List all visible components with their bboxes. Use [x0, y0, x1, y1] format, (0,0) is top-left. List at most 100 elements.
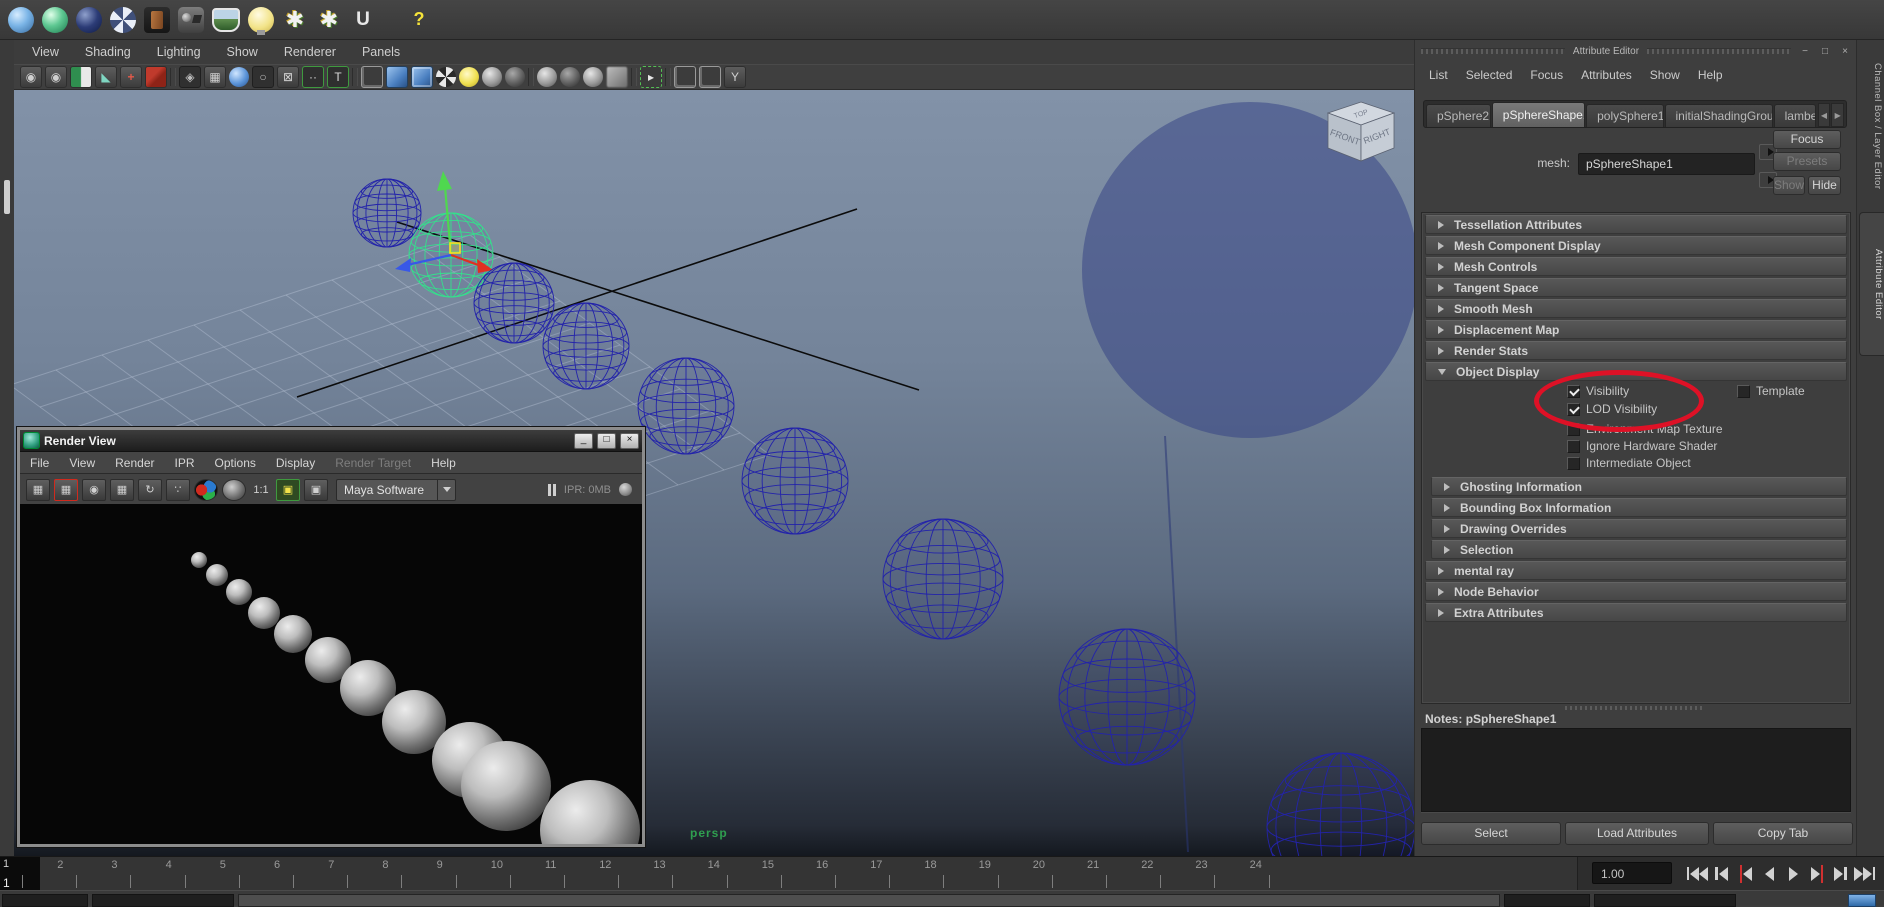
section-selection[interactable]: Selection	[1431, 540, 1847, 559]
shelf-sphere-green-icon[interactable]	[42, 6, 68, 33]
menu-renderer[interactable]: Renderer	[284, 45, 336, 59]
copy-tab-button[interactable]: Copy Tab	[1713, 822, 1853, 845]
shelf-sphere-checker-icon[interactable]	[110, 6, 136, 33]
film-gate-icon[interactable]: ▦	[204, 66, 226, 88]
motion-blur-cube-icon[interactable]	[606, 66, 628, 88]
hide-button[interactable]: Hide	[1808, 176, 1841, 195]
environment-map-texture-checkbox-row[interactable]: Environment Map Texture	[1567, 422, 1723, 436]
visibility-checkbox-row[interactable]: Visibility	[1567, 384, 1629, 398]
menu-panels[interactable]: Panels	[362, 45, 400, 59]
vertex-dots-icon[interactable]: ··	[302, 66, 324, 88]
camera-settings-icon[interactable]: ◉	[45, 66, 67, 88]
mesh-name-field[interactable]: pSphereShape1	[1578, 153, 1755, 175]
load-attributes-button[interactable]: Load Attributes	[1565, 822, 1709, 845]
menu-view[interactable]: View	[32, 45, 59, 59]
tab-scroll-right-icon[interactable]: ▶	[1831, 103, 1844, 127]
panel-close-icon[interactable]: ×	[1839, 46, 1851, 57]
perspective-viewport[interactable]: View Shading Lighting Show Renderer Pane…	[14, 40, 1414, 856]
ae-menu-attributes[interactable]: Attributes	[1581, 68, 1632, 82]
wire-sphere[interactable]	[741, 427, 849, 535]
book-icon[interactable]	[70, 66, 92, 88]
playback-speed-field[interactable]: 1.00	[1592, 862, 1672, 884]
tab-polysphere1[interactable]: polySphere1	[1586, 104, 1664, 127]
step-forward-key-button[interactable]	[1806, 861, 1828, 886]
compass-icon[interactable]: ◣	[95, 66, 117, 88]
minimize-button[interactable]: _	[574, 432, 593, 449]
eraser-icon[interactable]	[145, 66, 167, 88]
wire-sphere[interactable]	[352, 178, 422, 248]
alpha-channel-icon[interactable]	[222, 478, 246, 501]
section-displacement-map[interactable]: Displacement Map	[1425, 320, 1847, 339]
attributes-scroll-area[interactable]: Tessellation Attributes Mesh Component D…	[1421, 212, 1851, 704]
current-frame-indicator[interactable]: 1 1	[0, 857, 40, 891]
maximize-button[interactable]: □	[597, 432, 616, 449]
smooth-shade-cube-icon[interactable]	[386, 66, 408, 88]
step-back-key-button[interactable]	[1734, 861, 1756, 886]
ae-menu-selected[interactable]: Selected	[1466, 68, 1513, 82]
template-checkbox[interactable]	[1737, 384, 1750, 398]
rv-menu-file[interactable]: File	[30, 456, 49, 470]
shelf-sphere-navy-icon[interactable]	[76, 6, 102, 33]
text-hud-icon[interactable]: T	[327, 66, 349, 88]
ae-menu-list[interactable]: List	[1429, 68, 1448, 82]
moon-ball-icon[interactable]	[583, 67, 603, 87]
shelf-door-icon[interactable]	[144, 6, 170, 33]
ipr-render-icon[interactable]: ▦	[110, 478, 134, 501]
shelf-panorama-icon[interactable]	[212, 7, 240, 32]
render-view-titlebar[interactable]: Render View _ □ ×	[20, 430, 642, 452]
shelf-u-icon[interactable]: U	[350, 7, 376, 33]
ae-menu-show[interactable]: Show	[1650, 68, 1680, 82]
tab-psphere2[interactable]: pSphere2	[1426, 104, 1491, 127]
drag-handle[interactable]	[1647, 48, 1791, 54]
render-region-icon[interactable]: ∵	[166, 478, 190, 501]
pause-ipr-icon[interactable]	[547, 483, 556, 496]
play-forwards-button[interactable]	[1782, 861, 1804, 886]
remove-image-icon[interactable]: ▣	[304, 478, 328, 501]
range-slider-track[interactable]	[238, 894, 1500, 907]
textured-cube-icon[interactable]	[411, 66, 433, 88]
section-mental-ray[interactable]: mental ray	[1425, 561, 1847, 580]
section-mesh-component-display[interactable]: Mesh Component Display	[1425, 236, 1847, 255]
use-all-lights-icon[interactable]	[459, 67, 479, 87]
section-object-display[interactable]: Object Display	[1425, 362, 1847, 381]
range-slider-bar[interactable]	[0, 890, 1884, 907]
shelf-pinwheel-icon[interactable]: ✱	[282, 7, 308, 33]
shadow-ball-icon[interactable]	[505, 67, 525, 87]
ae-menu-focus[interactable]: Focus	[1530, 68, 1563, 82]
circle-display-icon[interactable]: ○	[252, 66, 274, 88]
notes-textarea[interactable]	[1421, 728, 1851, 812]
menu-lighting[interactable]: Lighting	[157, 45, 201, 59]
snap-cameras-icon[interactable]: ◉	[20, 66, 42, 88]
tab-initialshadinggroup[interactable]: initialShadingGroup	[1664, 104, 1773, 127]
shelf-pinwheel2-icon[interactable]: ✱	[316, 7, 342, 33]
tab-lambert1[interactable]: lambert1	[1773, 104, 1816, 127]
menu-show[interactable]: Show	[227, 45, 258, 59]
wire-sphere[interactable]	[882, 518, 1004, 640]
tab-psphereshape1[interactable]: pSphereShape1	[1491, 102, 1586, 127]
section-smooth-mesh[interactable]: Smooth Mesh	[1425, 299, 1847, 318]
panel-float-icon[interactable]: □	[1819, 46, 1831, 57]
section-ghosting-information[interactable]: Ghosting Information	[1431, 477, 1847, 496]
help-icon[interactable]: ?	[406, 7, 432, 33]
play-backwards-button[interactable]	[1758, 861, 1780, 886]
rv-menu-display[interactable]: Display	[276, 456, 315, 470]
section-mesh-controls[interactable]: Mesh Controls	[1425, 257, 1847, 276]
render-current-frame-icon[interactable]: ▦	[26, 478, 50, 501]
template-checkbox-row[interactable]: Template	[1737, 384, 1805, 398]
notes-drag-handle[interactable]	[1565, 706, 1705, 710]
focus-button[interactable]: Focus	[1773, 130, 1841, 149]
render-view-window[interactable]: Render View _ □ × File View Render IPR O…	[16, 426, 646, 848]
wire-sphere[interactable]	[1266, 752, 1414, 856]
section-extra-attributes[interactable]: Extra Attributes	[1425, 603, 1847, 622]
section-tessellation-attributes[interactable]: Tessellation Attributes	[1425, 215, 1847, 234]
select-button[interactable]: Select	[1421, 822, 1561, 845]
rendered-image[interactable]	[20, 504, 642, 844]
intermediate-object-checkbox-row[interactable]: Intermediate Object	[1567, 456, 1691, 470]
intermediate-object-checkbox[interactable]	[1567, 456, 1580, 470]
redo-previous-render-icon[interactable]: ▦	[54, 478, 78, 501]
start-frame-field[interactable]	[2, 894, 88, 907]
rgb-channels-icon[interactable]	[194, 478, 218, 501]
range-end-field[interactable]	[1504, 894, 1590, 907]
duplicate-view-icon[interactable]	[699, 66, 721, 88]
rv-menu-render[interactable]: Render	[115, 456, 154, 470]
